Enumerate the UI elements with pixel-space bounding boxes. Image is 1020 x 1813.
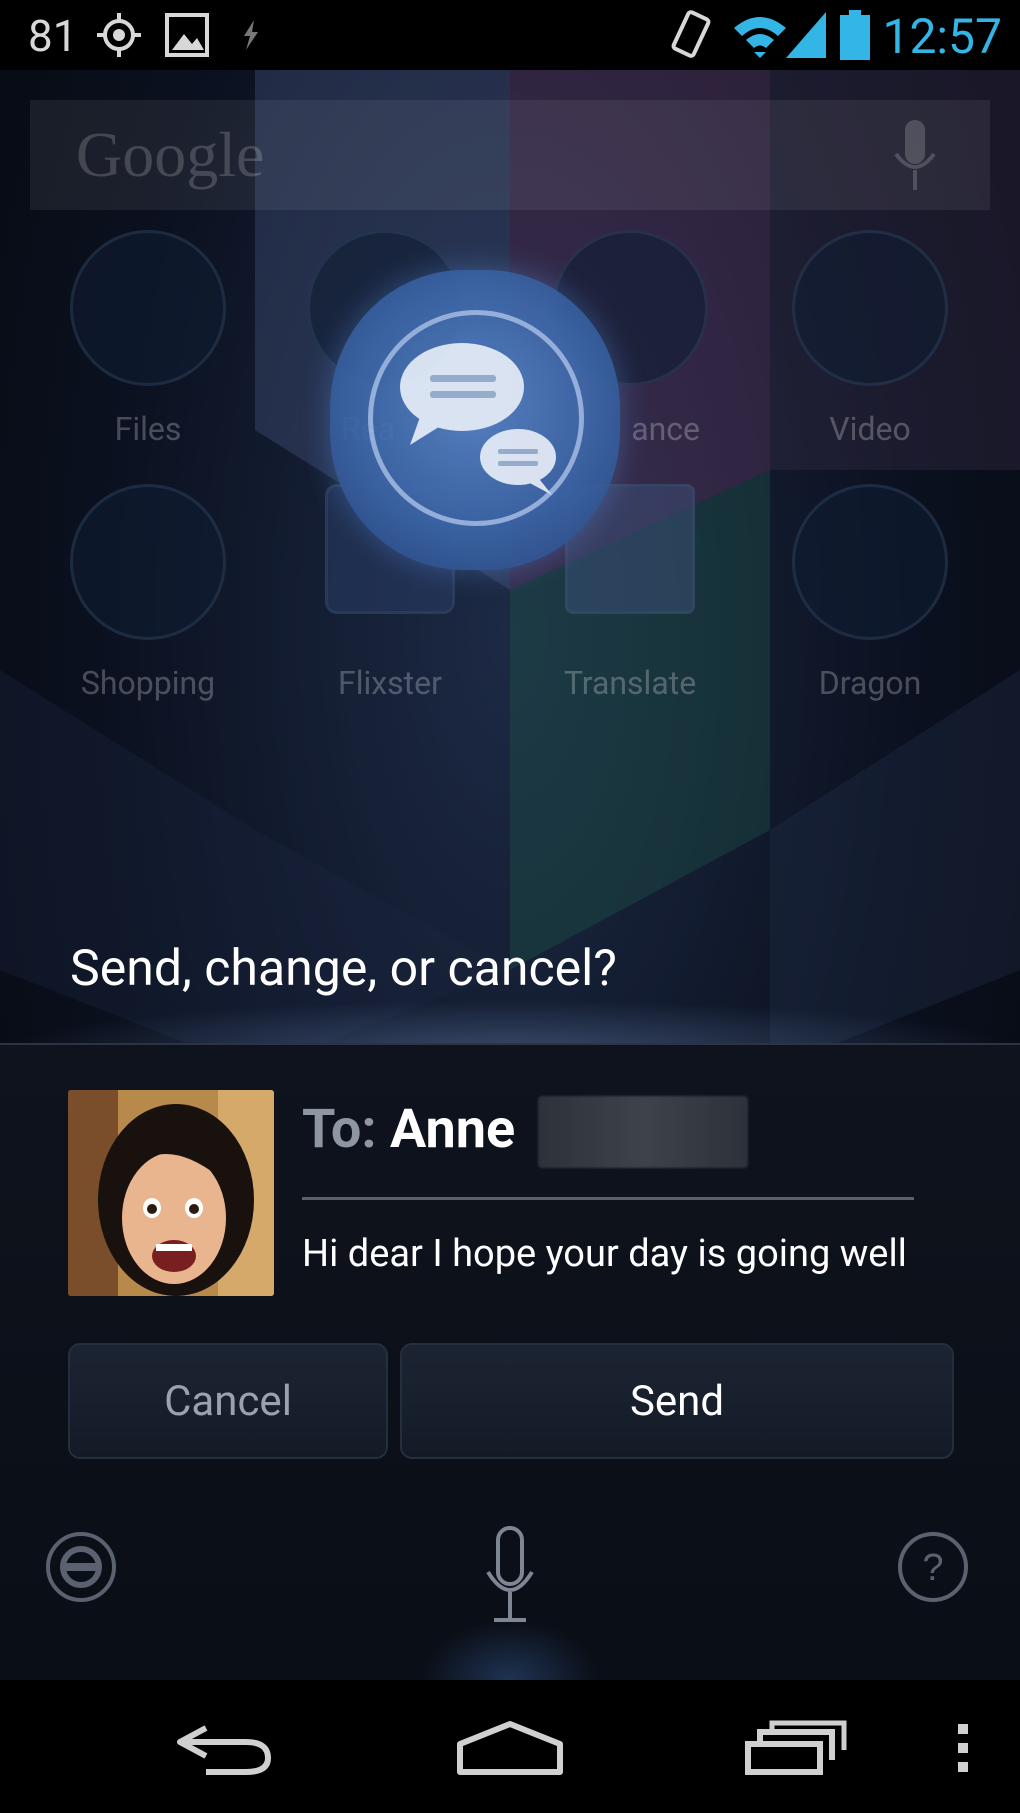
- app-label: Flixster: [338, 664, 442, 702]
- mic-glow: [420, 1620, 600, 1680]
- status-number: 81: [28, 10, 78, 62]
- vibrate-icon: [671, 10, 711, 58]
- image-icon: [165, 13, 209, 57]
- status-bar: 81 12:57: [0, 0, 1020, 70]
- notification-icon: [244, 20, 258, 50]
- signal-icon: [786, 12, 826, 58]
- gps-icon: [97, 13, 141, 57]
- app-shopping[interactable]: Shopping: [48, 484, 248, 702]
- app-label: Files: [114, 410, 182, 448]
- files-app-icon: [70, 230, 226, 386]
- chat-bubbles-icon: [400, 343, 556, 495]
- wifi-icon: [734, 17, 786, 58]
- to-label: To:: [302, 1098, 377, 1161]
- app-files[interactable]: Files: [48, 230, 248, 448]
- cancel-button-label: Cancel: [164, 1376, 292, 1426]
- recents-icon[interactable]: [744, 1720, 848, 1776]
- home-icon[interactable]: [456, 1720, 564, 1776]
- app-label: Translate: [563, 664, 697, 702]
- amazon-app-icon: [70, 484, 226, 640]
- search-microphone-icon[interactable]: [890, 118, 940, 194]
- cancel-button[interactable]: Cancel: [68, 1343, 388, 1459]
- battery-icon: [840, 10, 870, 60]
- help-icon[interactable]: ?: [896, 1530, 970, 1604]
- voice-prompt: Send, change, or cancel?: [70, 940, 617, 998]
- app-video[interactable]: Video: [770, 230, 970, 448]
- google-logo: Google: [76, 119, 265, 190]
- dragon-app-icon: [792, 484, 948, 640]
- app-label: Video: [829, 410, 911, 448]
- car-mode-icon[interactable]: [44, 1530, 118, 1604]
- navigation-bar: [0, 1680, 1020, 1813]
- app-label: Shopping: [80, 664, 216, 702]
- send-button[interactable]: Send: [400, 1343, 954, 1459]
- microphone-icon[interactable]: [480, 1526, 540, 1626]
- redacted-surname: [538, 1096, 748, 1168]
- recipient-divider: [302, 1197, 914, 1200]
- send-button-label: Send: [629, 1376, 725, 1426]
- app-dragon[interactable]: Dragon: [770, 484, 970, 702]
- svg-text:?: ?: [922, 1547, 943, 1589]
- recipient-name: Anne: [390, 1098, 516, 1161]
- back-icon[interactable]: [176, 1720, 274, 1776]
- app-label: Dragon: [818, 664, 922, 702]
- clock: 12:57: [882, 8, 1002, 65]
- contact-avatar: [68, 1090, 274, 1296]
- messaging-hub: [330, 270, 620, 570]
- recipient-line: To: Anne: [302, 1098, 515, 1161]
- youtube-app-icon: [792, 230, 948, 386]
- message-text[interactable]: Hi dear I hope your day is going well: [302, 1232, 907, 1276]
- menu-icon[interactable]: [954, 1724, 974, 1772]
- google-search-bar[interactable]: Google: [30, 100, 990, 210]
